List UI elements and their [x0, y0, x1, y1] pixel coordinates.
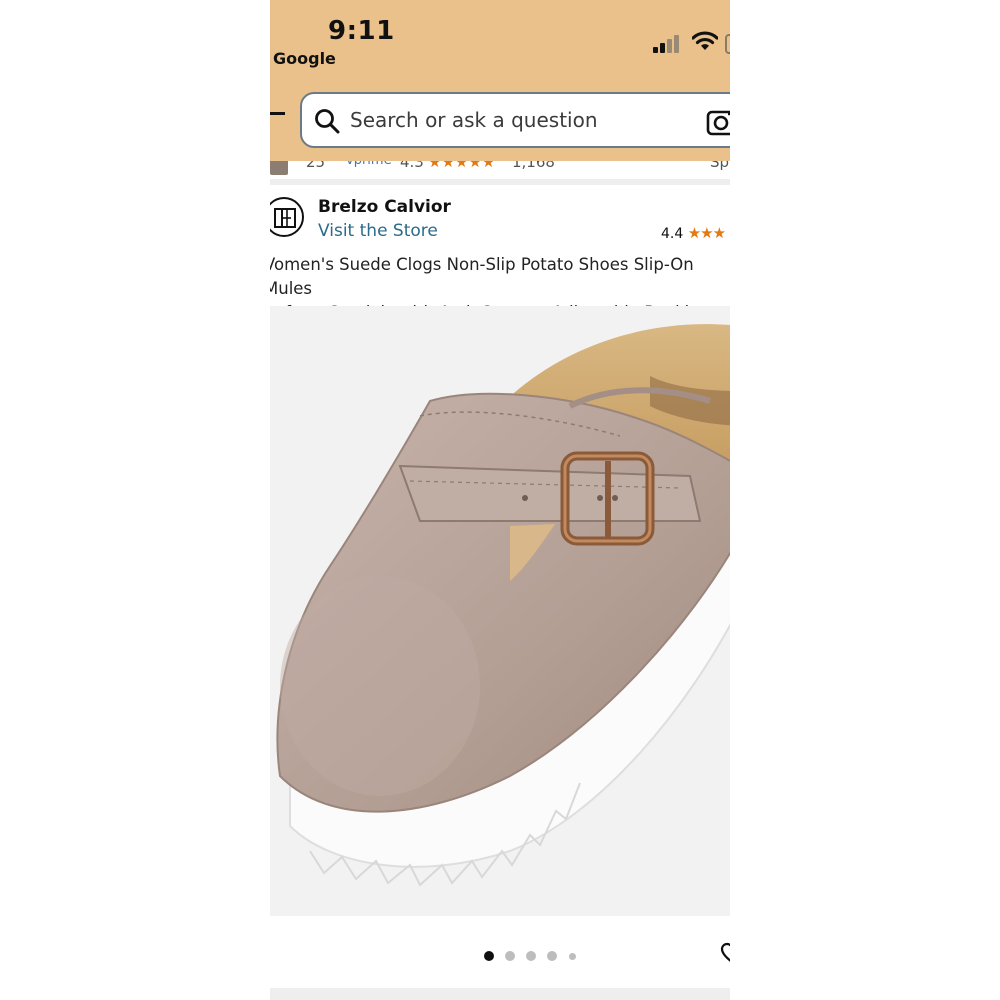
app-header: 9:11 Google — [270, 0, 730, 161]
previous-result-thumbnail — [270, 161, 288, 175]
phone-screen: 9:11 Google Search or ask a question 25 … — [270, 0, 730, 1000]
previous-result-count: 25 — [306, 161, 326, 171]
wifi-icon — [692, 31, 718, 50]
clog-shoe-image — [276, 324, 730, 887]
previous-result-rating: 4.3 — [400, 161, 424, 171]
star-rating-icon: ★★★ — [687, 224, 726, 242]
visit-store-link[interactable]: Visit the Store — [318, 221, 438, 241]
search-bar[interactable] — [300, 92, 730, 148]
brand-rating-value: 4.4 — [661, 226, 684, 242]
product-image[interactable] — [270, 306, 730, 916]
brand-name[interactable]: Brelzo Calvior — [318, 197, 451, 217]
heart-icon[interactable] — [720, 942, 730, 964]
previous-result-reviews: 1,168 — [512, 161, 555, 171]
brand-rating[interactable]: 4.4 ★★★ — [661, 224, 726, 242]
image-carousel — [270, 916, 730, 988]
back-to-app-link[interactable]: Google — [273, 49, 336, 68]
previous-result-strip[interactable]: 25 vprime 4.3 ★★★★★ 1,168 Sp — [270, 161, 730, 179]
carousel-dot[interactable] — [526, 951, 536, 961]
previous-result-stars: ★★★★★ — [428, 161, 496, 171]
carousel-dot[interactable] — [484, 951, 494, 961]
divider — [270, 179, 730, 185]
battery-icon — [725, 34, 730, 54]
cellular-signal-icon — [653, 33, 683, 53]
sponsored-label: Sp — [710, 161, 730, 171]
back-arrow-icon[interactable] — [270, 112, 285, 115]
carousel-dot[interactable] — [505, 951, 515, 961]
status-time: 9:11 — [328, 16, 395, 46]
search-input[interactable] — [350, 94, 700, 146]
camera-icon[interactable] — [706, 107, 730, 137]
bottom-divider — [270, 988, 730, 1000]
brand-logo[interactable] — [270, 197, 304, 237]
search-icon — [315, 109, 340, 134]
carousel-dot[interactable] — [569, 952, 576, 960]
prime-badge: vprime — [346, 161, 392, 168]
carousel-dot[interactable] — [547, 951, 557, 961]
